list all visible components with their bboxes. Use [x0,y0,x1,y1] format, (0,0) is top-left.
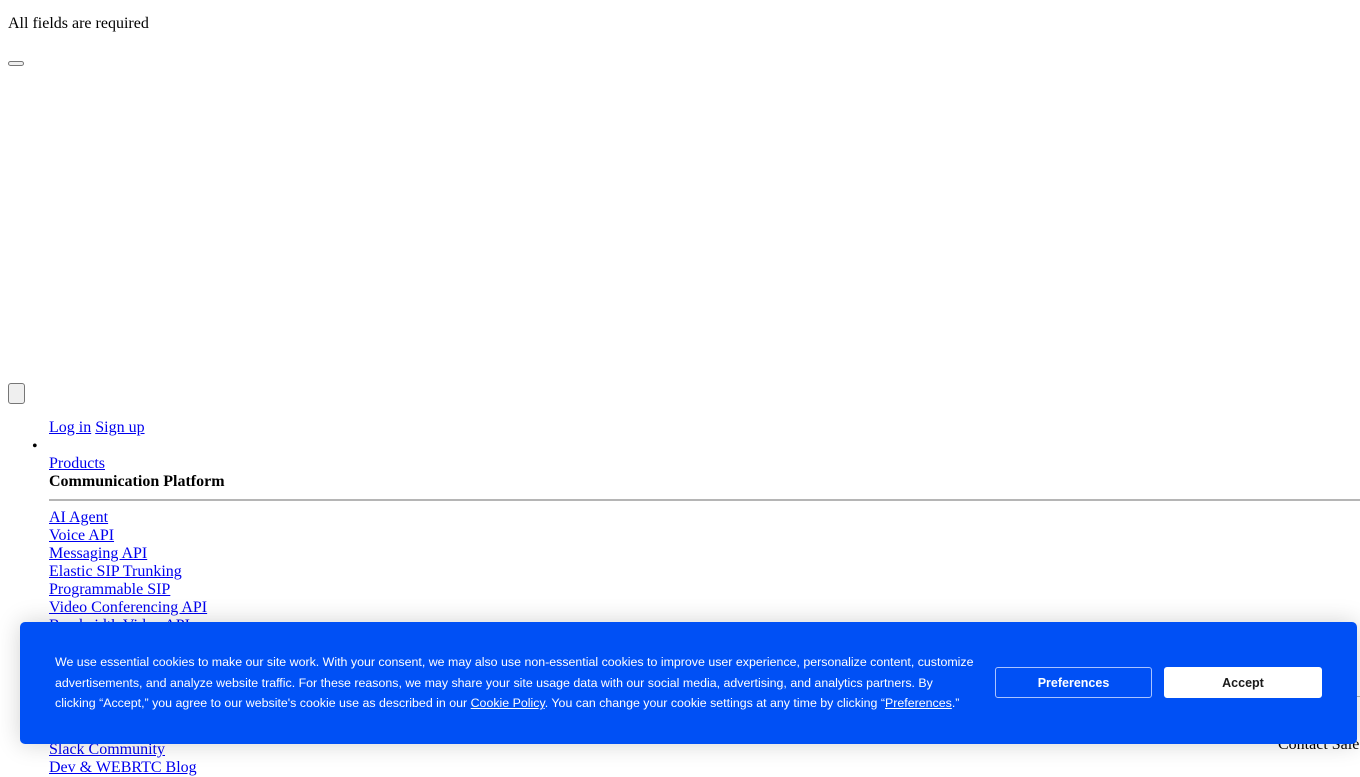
cookie-policy-link[interactable]: Cookie Policy [471,696,545,710]
cookie-banner: We use essential cookies to make our sit… [20,622,1357,744]
signup-link[interactable]: Sign up [95,419,144,436]
cookie-text-part: . You can change your cookie settings at… [544,696,886,711]
form-submit-button[interactable] [8,61,24,66]
nav-item-elastic-sip-trunking[interactable]: Elastic SIP Trunking [49,563,1360,581]
products-nav: Products Communication Platform AI Agent… [49,455,1360,635]
nav-products-link[interactable]: Products [49,455,1360,473]
nav-item-blog[interactable]: Dev & WEBRTC Blog [49,759,197,777]
nav-section-heading: Communication Platform [49,473,225,490]
nav-divider [49,499,1360,501]
preferences-button[interactable]: Preferences [995,667,1152,698]
nav-item-ai-agent[interactable]: AI Agent [49,509,1360,527]
nav-item-messaging-api[interactable]: Messaging API [49,545,1360,563]
accept-button[interactable]: Accept [1164,667,1322,698]
list-bullet: • [32,438,38,455]
login-link[interactable]: Log in [49,419,91,436]
nav-item-voice-api[interactable]: Voice API [49,527,1360,545]
nav-item-video-conferencing-api[interactable]: Video Conferencing API [49,599,1360,617]
menu-toggle-button[interactable] [8,383,25,404]
nav-item-programmable-sip[interactable]: Programmable SIP [49,581,1360,599]
cookie-banner-text: We use essential cookies to make our sit… [55,652,975,714]
auth-links: Log in Sign up [49,419,145,437]
required-fields-notice: All fields are required [8,15,149,32]
preferences-link[interactable]: Preferences [885,696,952,710]
cookie-text-part: .” [951,696,960,711]
community-links: Slack Community Dev & WEBRTC Blog [49,741,197,777]
